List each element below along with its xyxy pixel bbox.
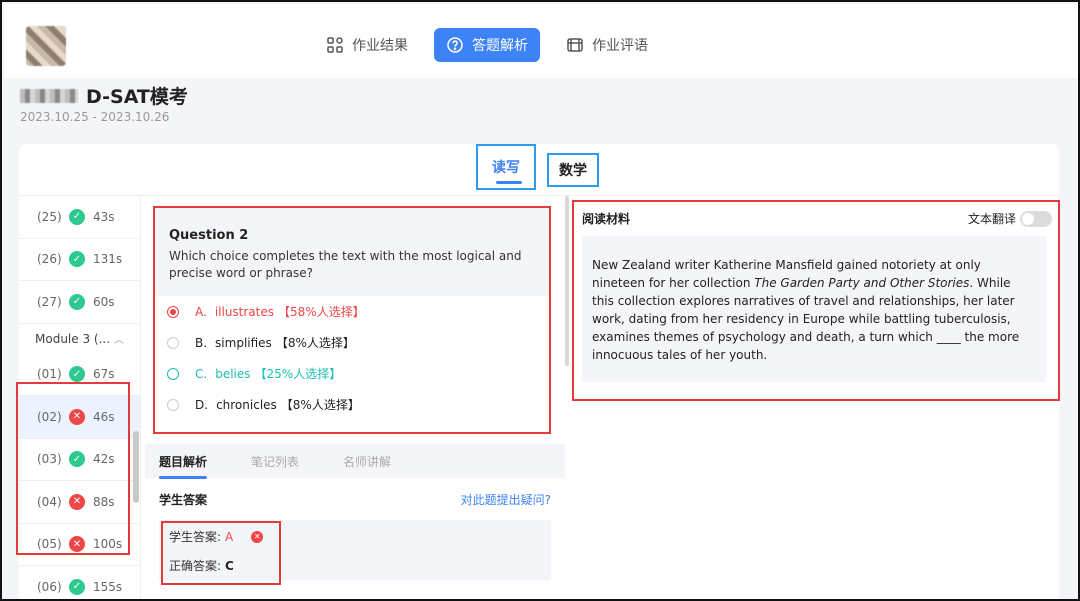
student-answer-value: A [225,529,234,544]
option-c[interactable]: C. belies 【25%人选择】 [155,358,549,389]
comment-icon [567,38,583,52]
option-b[interactable]: B. simplifies 【8%人选择】 [155,327,549,358]
check-icon: ✓ [69,578,85,595]
reading-title: 阅读材料 [582,212,631,226]
tab-teacher-explanation[interactable]: 名师讲解 [343,453,391,470]
page-title-row: D-SAT模考 [20,82,188,109]
top-nav-bar: 作业结果 答题解析 作业评语 [4,4,1078,78]
option-letter: D. [195,397,209,412]
option-text: chronicles [216,397,277,412]
student-answer-box: 学生答案: A ✕ 正确答案: C [159,520,551,585]
nav-tab-label: 作业评语 [592,38,648,54]
option-letter: B. [195,335,208,350]
correct-answer-line: 正确答案: C [169,557,234,574]
option-letter: A. [195,304,207,319]
main-card: 读写 数学 (25) ✓ 43s (26) ✓ 131s (27) ✓ 60s [16,144,1060,599]
tab-reading-writing[interactable]: 读写 [476,144,536,190]
translate-toggle[interactable] [1020,210,1052,227]
question-time: 155s [93,579,123,594]
option-letter: C. [195,366,208,381]
radio[interactable] [167,336,179,349]
check-icon: ✓ [69,251,85,268]
question-doubt-link[interactable]: 对此题提出疑问? [461,491,551,508]
question-row[interactable]: (26) ✓ 131s [19,239,140,281]
tab-label: 读写 [492,160,520,176]
tab-question-analysis[interactable]: 题目解析 [159,453,208,479]
avatar[interactable] [26,26,66,66]
tab-math[interactable]: 数学 [547,153,599,187]
question-text: Which choice completes the text with the… [169,249,522,280]
tab-notes-list[interactable]: 笔记列表 [251,453,299,470]
question-list-scrollbar[interactable] [133,431,139,503]
question-time: 43s [93,209,115,224]
passage-italic-title: The Garden Party and Other Stories [754,276,970,290]
panel-splitter[interactable] [565,196,569,366]
question-box: Question 2 Which choice completes the te… [153,206,551,434]
option-a[interactable]: A. illustrates 【58%人选择】 [155,296,549,327]
nav-tab-answer-analysis[interactable]: 答题解析 [434,28,540,62]
reading-passage: New Zealand writer Katherine Mansfield g… [582,236,1046,382]
correct-answer-label: 正确答案: [169,559,222,573]
option-text: simplifies [215,335,272,350]
question-number: (01) [37,367,62,382]
app-frame: 作业结果 答题解析 作业评语 D-SAT模考 2023.10.25 - 2023… [0,0,1080,601]
redacted-name [20,88,78,103]
subject-tabs: 读写 数学 [19,144,1059,196]
tab-label: 数学 [559,163,587,179]
nav-tab-homework-results[interactable]: 作业结果 [314,28,420,62]
question-panel: Question 2 Which choice completes the te… [145,196,565,599]
option-percent: 【58%人选择】 [278,305,365,319]
question-row[interactable]: (06) ✓ 155s [19,566,140,599]
question-header: Question 2 Which choice completes the te… [155,208,549,296]
translate-control: 文本翻译 [968,210,1052,227]
question-row[interactable]: (27) ✓ 60s [19,281,140,324]
question-number: (06) [37,579,62,594]
date-range: 2023.10.25 - 2023.10.26 [20,110,170,124]
module-label: Module 3 (... [35,331,111,346]
option-percent: 【8%人选择】 [280,398,360,412]
option-d[interactable]: D. chronicles 【8%人选择】 [155,389,549,420]
nav-tab-label: 作业结果 [352,38,408,54]
radio-selected[interactable] [167,305,179,318]
reading-header: 阅读材料 文本翻译 [582,210,1052,227]
wrong-icon: ✕ [251,530,264,543]
radio-correct[interactable] [167,367,179,380]
student-answer-header: 学生答案 对此题提出疑问? [159,491,551,508]
grid-icon [327,37,343,53]
main-nav: 作业结果 答题解析 作业评语 [314,28,660,62]
reading-material-box: 阅读材料 文本翻译 New Zealand writer Katherine M… [572,200,1060,401]
wrong-answers-highlight [16,382,130,555]
option-text: illustrates [214,304,275,319]
check-icon: ✓ [69,293,85,310]
question-title: Question 2 [169,228,249,243]
question-time: 67s [93,367,115,382]
nav-tab-label: 答题解析 [472,38,528,54]
nav-tab-homework-comments[interactable]: 作业评语 [554,28,660,62]
student-answer-line: 学生答案: A ✕ [169,528,264,545]
student-answer-label: 学生答案: [169,530,222,544]
check-icon: ✓ [69,366,85,383]
analysis-tabs: 题目解析 笔记列表 名师讲解 [145,444,565,479]
translate-label: 文本翻译 [967,212,1016,226]
question-number: (27) [37,294,62,309]
option-percent: 【8%人选择】 [275,336,355,350]
chevron-up-icon: ︿ [114,335,125,346]
option-text: belies [215,366,251,381]
student-answer-title: 学生答案 [159,493,208,507]
option-percent: 【25%人选择】 [254,367,342,381]
active-tab-underline [496,181,522,184]
module-header[interactable]: Module 3 (... ︿ [19,324,140,354]
question-circle-icon [447,37,463,53]
check-icon: ✓ [69,208,85,225]
question-time: 60s [93,294,115,309]
radio[interactable] [167,398,179,411]
question-number: (26) [37,252,62,267]
question-number: (25) [37,209,62,224]
correct-answer-value: C [225,558,234,573]
question-time: 131s [93,252,123,267]
question-row[interactable]: (25) ✓ 43s [19,196,140,239]
page-title: D-SAT模考 [86,86,188,108]
